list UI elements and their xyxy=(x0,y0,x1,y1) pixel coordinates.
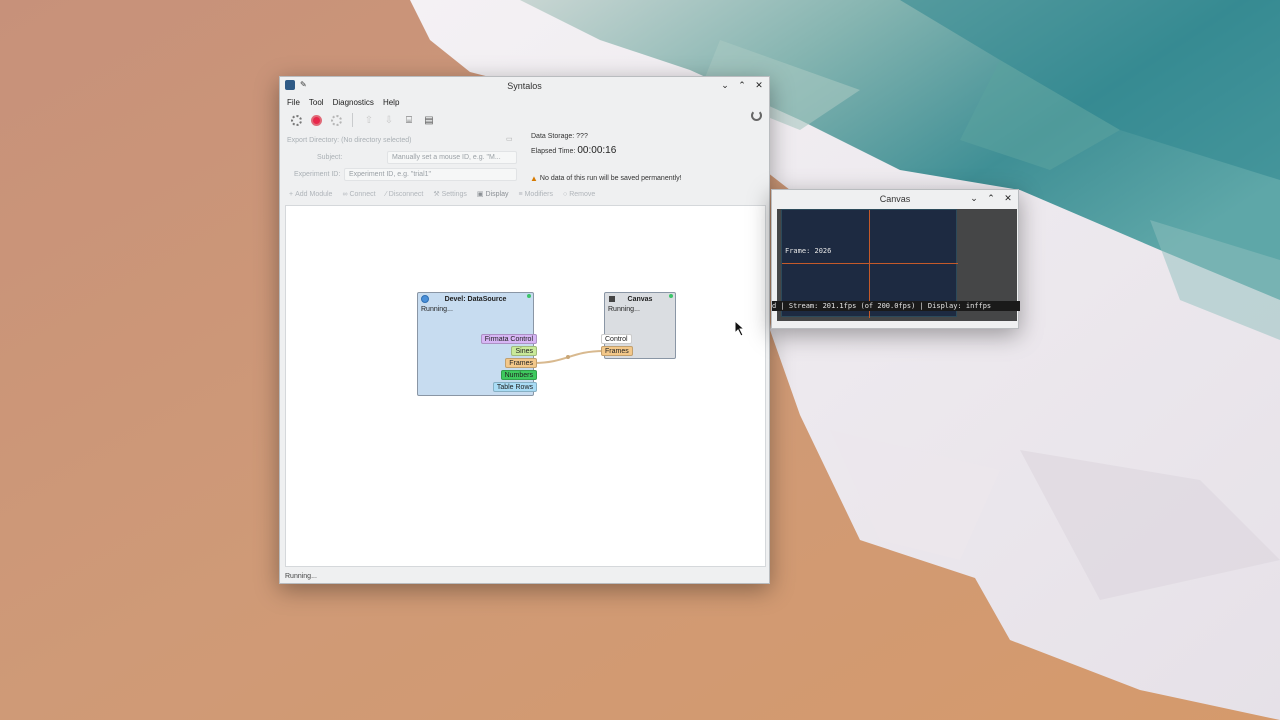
canvas-titlebar[interactable]: Canvas ⌄ ⌃ ✕ xyxy=(772,190,1018,208)
module-icon xyxy=(421,295,429,303)
minimize-button[interactable]: ⌄ xyxy=(719,78,731,92)
port-firmata-control[interactable]: Firmata Control xyxy=(480,334,537,344)
menu-help[interactable]: Help xyxy=(383,98,399,107)
canvas-window: Canvas ⌄ ⌃ ✕ Frame: 2026 d | Stream: 201… xyxy=(771,189,1020,329)
crosshair-horizontal xyxy=(782,263,958,264)
maximize-button[interactable]: ⌃ xyxy=(985,191,997,205)
port-frames-out[interactable]: Frames xyxy=(505,358,537,368)
syntalos-app-icon[interactable] xyxy=(285,80,295,90)
plus-icon: + xyxy=(289,190,294,198)
menu-file[interactable]: File xyxy=(287,98,300,107)
mouse-cursor-icon xyxy=(734,320,746,337)
port-control-in[interactable]: Control xyxy=(601,334,632,344)
subject-label: Subject: xyxy=(317,154,343,161)
menubar: File Tool Diagnostics Help xyxy=(280,95,769,109)
ready-button[interactable] xyxy=(289,113,303,127)
modifiers-button[interactable]: ≡ Modifiers xyxy=(519,190,554,198)
window-title: Syntalos xyxy=(507,81,542,91)
toolbar-separator xyxy=(352,113,353,127)
run-icon xyxy=(330,114,342,126)
module-toolbar: + Add Module ∞ Connect ⁄ Disconnect ⚒ Settin… xyxy=(289,190,595,199)
port-numbers[interactable]: Numbers xyxy=(500,370,537,380)
no-save-warning: ▲ No data of this run will be saved perm… xyxy=(530,174,682,183)
statusbar: Running... xyxy=(285,573,317,580)
maximize-button[interactable]: ⌃ xyxy=(736,78,748,92)
stream-stats: d | Stream: 201.1fps (of 200.0fps) | Dis… xyxy=(772,301,1020,311)
display-module-icon xyxy=(609,296,615,302)
node-title: Canvas xyxy=(627,296,653,303)
folder-browse-icon[interactable]: ▭ xyxy=(506,135,513,143)
node-title: Devel: DataSource xyxy=(444,296,507,303)
canvas-window-title: Canvas xyxy=(879,194,911,204)
board-button[interactable]: ▤ xyxy=(422,113,436,127)
frame-counter: Frame: 2026 xyxy=(785,247,832,255)
elapsed-time: Elapsed Time: 00:00:16 xyxy=(531,145,617,156)
display-icon: ▣ xyxy=(476,191,484,198)
connect-button[interactable]: ∞ Connect xyxy=(342,190,375,198)
run-button[interactable] xyxy=(329,113,343,127)
status-led-icon xyxy=(669,294,673,298)
experiment-id-label: Experiment ID: xyxy=(294,171,341,178)
main-toolbar: ⇧ ⇩ ⌸ ▤ xyxy=(280,109,769,131)
display-button[interactable]: ▣ Display xyxy=(476,190,509,199)
wrench-icon: ⚒ xyxy=(433,191,440,198)
canvas-module-node[interactable]: Canvas Running... Control Frames xyxy=(601,292,676,359)
close-button[interactable]: ✕ xyxy=(1002,191,1014,205)
settings-button[interactable]: ⚒ Settings xyxy=(433,190,467,199)
export-directory-value: (No directory selected) xyxy=(341,137,412,144)
status-led-icon xyxy=(527,294,531,298)
gear-icon xyxy=(290,114,302,126)
remove-button[interactable]: ○ Remove xyxy=(563,190,595,198)
elapsed-time-value: 00:00:16 xyxy=(577,145,617,156)
list-icon: ≡ xyxy=(518,190,523,198)
remove-icon: ○ xyxy=(563,190,568,198)
node-status: Running... xyxy=(608,306,640,313)
menu-tool[interactable]: Tool xyxy=(309,98,324,107)
syntalos-titlebar[interactable]: ✎ Syntalos ⌄ ⌃ ✕ xyxy=(280,77,769,95)
disconnect-button[interactable]: ⁄ Disconnect xyxy=(386,190,424,198)
syntalos-window: ✎ Syntalos ⌄ ⌃ ✕ File Tool Diagnostics H… xyxy=(279,76,770,584)
comment-button[interactable]: ⌸ xyxy=(402,113,416,127)
record-button[interactable] xyxy=(309,113,323,127)
warning-icon: ▲ xyxy=(530,174,538,183)
port-table-rows[interactable]: Table Rows xyxy=(492,382,537,392)
subject-input[interactable]: Manually set a mouse ID, e.g. "M... xyxy=(387,151,517,164)
minimize-button[interactable]: ⌄ xyxy=(968,191,980,205)
save-button[interactable]: ⇩ xyxy=(382,113,396,127)
busy-spinner-icon xyxy=(751,110,762,121)
close-button[interactable]: ✕ xyxy=(753,78,765,92)
open-button[interactable]: ⇧ xyxy=(362,113,376,127)
port-sines[interactable]: Sines xyxy=(511,346,537,356)
export-directory-label: Export Directory: (No directory selected… xyxy=(287,137,412,144)
add-module-button[interactable]: + Add Module xyxy=(289,190,332,198)
unlink-icon: ⁄ xyxy=(385,190,387,198)
node-status: Running... xyxy=(421,306,453,313)
record-icon xyxy=(310,114,322,126)
link-icon: ∞ xyxy=(342,190,348,198)
menu-diagnostics[interactable]: Diagnostics xyxy=(333,98,374,107)
datasource-module-node[interactable]: Devel: DataSource Running... Firmata Con… xyxy=(417,292,537,396)
experiment-id-input[interactable]: Experiment ID, e.g. "trial1" xyxy=(344,168,517,181)
module-graph-view[interactable]: Devel: DataSource Running... Firmata Con… xyxy=(285,205,766,567)
data-storage-info: Data Storage: ??? xyxy=(531,133,588,140)
pin-icon[interactable]: ✎ xyxy=(300,80,307,90)
port-frames-in[interactable]: Frames xyxy=(601,346,633,356)
